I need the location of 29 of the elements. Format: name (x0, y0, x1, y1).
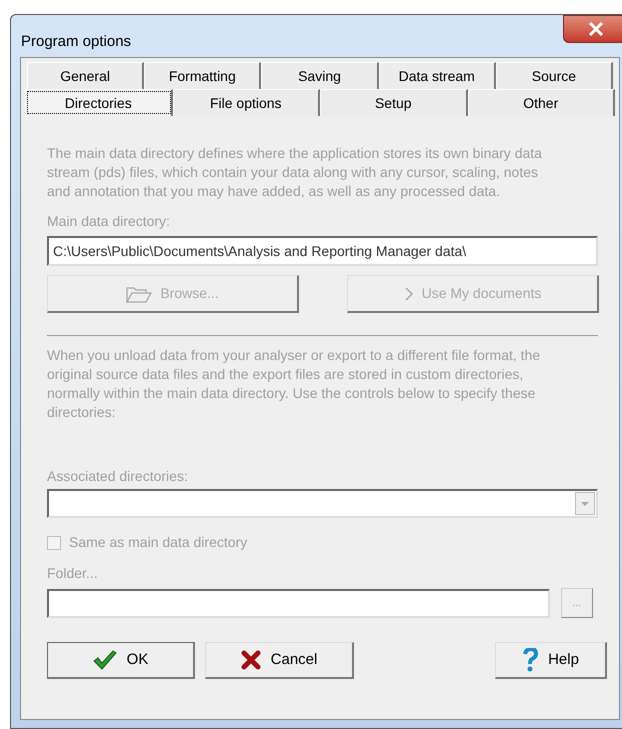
tab[interactable]: Directories (25, 89, 172, 116)
chevron-icon (404, 286, 414, 302)
cross-icon (240, 650, 261, 670)
field-label: Folder... (47, 564, 98, 583)
tab[interactable]: Other (468, 89, 615, 116)
tab[interactable]: Saving (261, 62, 379, 89)
check-icon (92, 650, 117, 670)
ok-button[interactable]: OK (47, 642, 195, 679)
folder-icon (126, 284, 152, 302)
close-button[interactable] (563, 15, 622, 43)
checkbox-label: Same as main data directory (69, 533, 248, 552)
close-icon (588, 22, 604, 36)
tab[interactable]: Setup (320, 89, 468, 116)
tab[interactable]: File options (172, 89, 320, 116)
field-label: Main data directory: (47, 212, 170, 231)
field-label: Associated directories: (47, 467, 188, 486)
window-title: Program options (21, 32, 132, 52)
tab[interactable]: Data stream (378, 62, 496, 89)
directory-field[interactable]: C:\Users\Public\Documents\Analysis and Reporting Manager data\ (47, 236, 598, 266)
description-text: When you unload data from your analyser or export to a different file format, the original source data files and the export files are stored in custom directories, normally within the main data directory. Use the controls below to specify these directories: (47, 346, 542, 422)
help-icon (522, 648, 538, 672)
tab[interactable]: Source (496, 62, 614, 89)
folder-field[interactable] (47, 588, 550, 618)
cancel-button[interactable]: Cancel (205, 642, 354, 679)
tab[interactable]: Formatting (144, 62, 262, 89)
directories-dropdown[interactable] (47, 489, 598, 518)
tab[interactable]: General (27, 62, 144, 89)
description-text: The main data directory defines where the application stores its own binary data stream (pds) files, which contain your data along with any cursor, scaling, notes and annotation that you may have added, as well as any processed data. (47, 144, 543, 201)
help-button[interactable]: Help (495, 642, 607, 679)
